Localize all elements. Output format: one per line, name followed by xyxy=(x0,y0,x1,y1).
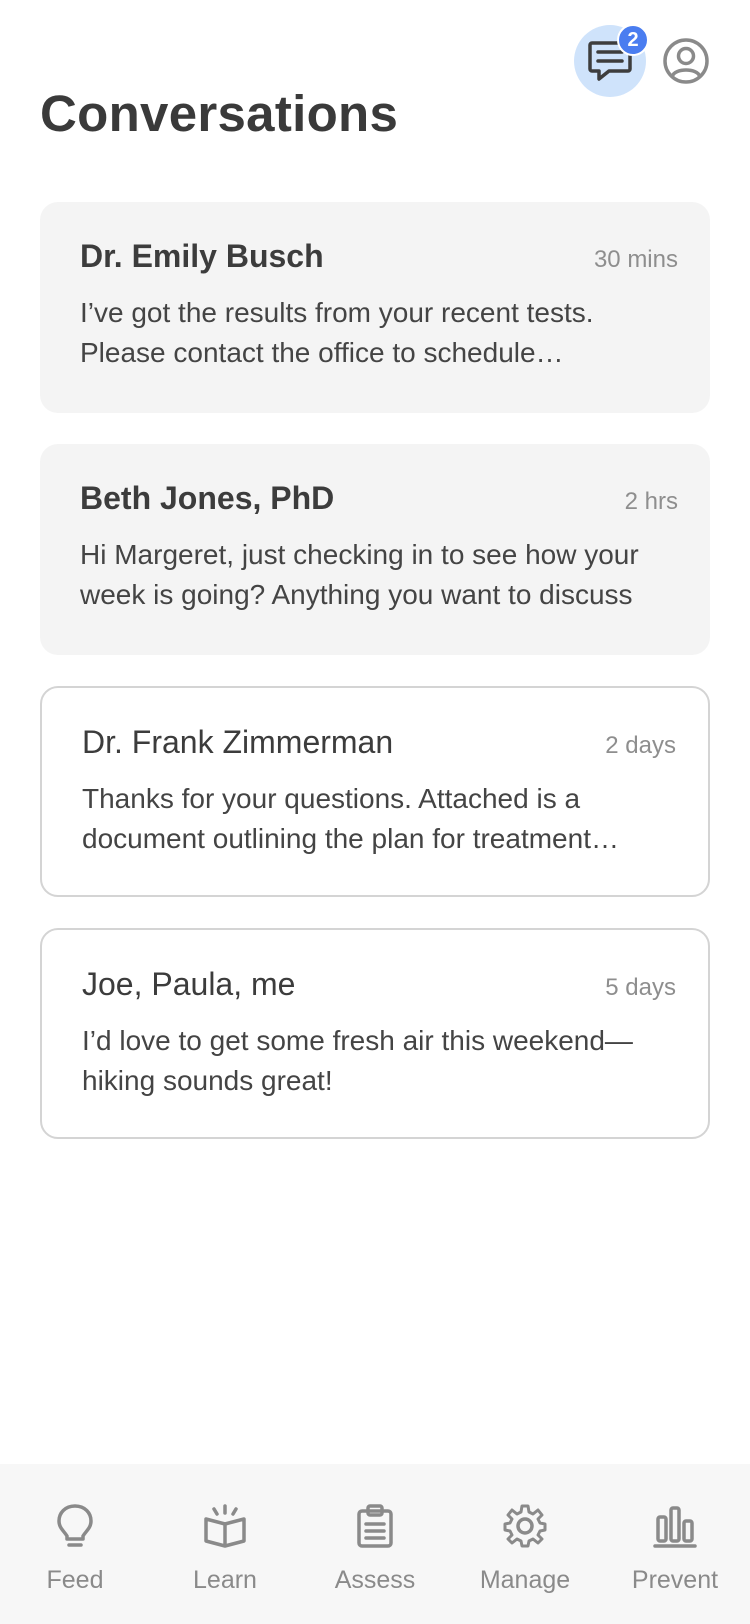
conversation-sender: Beth Jones, PhD xyxy=(80,480,335,516)
unread-count-badge: 2 xyxy=(617,24,649,56)
nav-label: Prevent xyxy=(631,1566,719,1594)
conversation-list: Dr. Emily Busch 30 mins I’ve got the res… xyxy=(40,202,710,1170)
nav-item-assess[interactable]: Assess xyxy=(310,1502,440,1595)
profile-icon xyxy=(663,38,709,84)
nav-item-learn[interactable]: Learn xyxy=(160,1502,290,1595)
messages-button[interactable]: 2 xyxy=(574,24,649,97)
conversation-item[interactable]: Beth Jones, PhD 2 hrs Hi Margeret, just … xyxy=(40,444,710,655)
nav-item-prevent[interactable]: Prevent xyxy=(610,1502,740,1595)
bottom-nav: Feed Learn Assess Manage Prevent xyxy=(0,1464,750,1624)
nav-label: Feed xyxy=(46,1566,104,1594)
conversation-sender: Joe, Paula, me xyxy=(82,966,296,1002)
nav-label: Manage xyxy=(479,1566,571,1594)
conversation-time: 2 hrs xyxy=(624,488,678,515)
nav-item-feed[interactable]: Feed xyxy=(10,1502,140,1595)
conversation-sender: Dr. Emily Busch xyxy=(80,238,324,274)
conversation-item[interactable]: Dr. Frank Zimmerman 2 days Thanks for yo… xyxy=(40,686,710,897)
conversation-preview: Thanks for your questions. Attached is a… xyxy=(82,783,619,854)
bar-chart-icon xyxy=(651,1502,699,1550)
lightbulb-icon xyxy=(51,1502,99,1550)
profile-button[interactable] xyxy=(660,35,712,87)
clipboard-icon xyxy=(351,1502,399,1550)
nav-label: Assess xyxy=(334,1566,416,1594)
conversation-item[interactable]: Joe, Paula, me 5 days I’d love to get so… xyxy=(40,928,710,1139)
conversation-time: 5 days xyxy=(605,974,676,1001)
gear-icon xyxy=(501,1502,549,1550)
conversation-preview: Hi Margeret, just checking in to see how… xyxy=(80,539,639,610)
conversation-preview: I’ve got the results from your recent te… xyxy=(80,297,594,368)
header-actions: 2 xyxy=(574,24,712,97)
conversation-sender: Dr. Frank Zimmerman xyxy=(82,724,394,760)
conversation-item[interactable]: Dr. Emily Busch 30 mins I’ve got the res… xyxy=(40,202,710,413)
conversation-time: 30 mins xyxy=(593,246,678,273)
conversation-time: 2 days xyxy=(605,732,676,759)
book-icon xyxy=(201,1502,249,1550)
page-title: Conversations xyxy=(40,85,399,142)
nav-label: Learn xyxy=(193,1566,257,1594)
conversation-preview: I’d love to get some fresh air this week… xyxy=(82,1025,633,1096)
nav-item-manage[interactable]: Manage xyxy=(460,1502,590,1595)
